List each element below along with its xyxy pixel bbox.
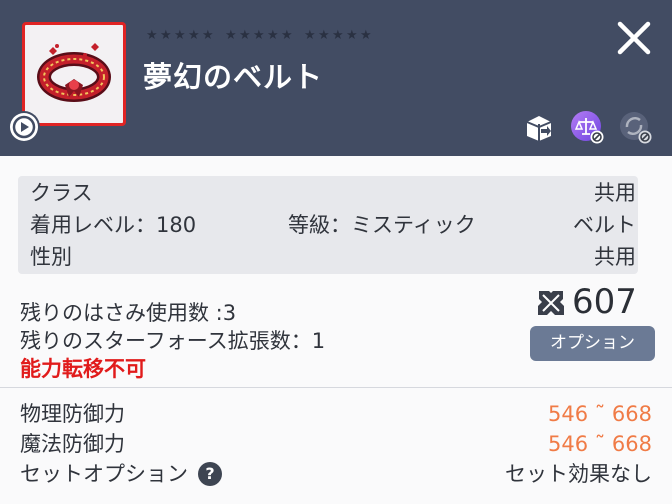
star-icon: ★ [281,28,293,43]
star-icon: ★ [360,28,372,43]
star-group: ★ ★ ★ ★ ★ [225,29,295,42]
section-divider [0,387,672,388]
magic-defense-value: 546 ˜ 668 [547,432,652,456]
magic-defense-row: 魔法防御力 546 ˜ 668 [20,429,652,459]
transfer-box-icon[interactable] [522,110,556,144]
item-detail-panel: ★ ★ ★ ★ ★ ★ ★ ★ ★ ★ ★ ★ ★ ★ ★ 夢幻のベルト クラス… [0,0,672,504]
transfer-status: 能力転移不可 [20,357,146,381]
star-icon: ★ [253,28,265,43]
help-icon[interactable]: ? [198,462,222,486]
star-icon: ★ [160,28,172,43]
belt-icon [37,43,111,102]
scale-icon[interactable] [570,110,604,144]
combat-power: 607 [534,282,646,324]
item-type: ベルト [573,213,636,237]
physical-defense-value: 546 ˜ 668 [547,402,652,426]
physical-defense-label: 物理防御力 [20,402,125,426]
combat-power-value: 607 [572,282,637,322]
star-icon: ★ [304,28,316,43]
item-icon-frame [22,22,126,126]
close-icon[interactable] [612,16,656,60]
star-icon: ★ [318,28,330,43]
star-icon: ★ [332,28,344,43]
play-icon[interactable] [10,113,38,141]
magic-defense-label: 魔法防御力 [20,432,125,456]
item-name: 夢幻のベルト [143,60,324,94]
star-icon: ★ [267,28,279,43]
star-icon: ★ [188,28,200,43]
item-grade: 等級：ミスティック [288,213,476,237]
refresh-disabled-icon[interactable] [618,110,652,144]
star-force-rating: ★ ★ ★ ★ ★ ★ ★ ★ ★ ★ ★ ★ ★ ★ ★ [146,29,383,42]
gender-label: 性別 [30,245,72,269]
star-icon: ★ [225,28,237,43]
star-icon: ★ [202,28,214,43]
class-value: 共用 [594,181,636,205]
class-row: クラス 共用 [18,178,638,208]
required-level: 着用レベル：180 [30,213,197,237]
starforce-remaining: 残りのスターフォース拡張数：1 [20,329,326,353]
star-icon: ★ [239,28,251,43]
item-info-box: クラス 共用 着用レベル：180 等級：ミスティック ベルト 性別 共用 [18,176,638,274]
set-option-value: セット効果なし [505,462,652,486]
level-row: 着用レベル：180 等級：ミスティック ベルト [18,210,638,240]
star-group: ★ ★ ★ ★ ★ [146,29,216,42]
star-icon: ★ [174,28,186,43]
set-option-label: セットオプション [20,462,188,486]
class-label: クラス [30,181,93,205]
star-group: ★ ★ ★ ★ ★ [304,29,374,42]
set-option-row: セットオプション? セット効果なし [20,459,652,489]
set-option-label-wrap: セットオプション? [20,459,222,489]
crossed-swords-icon [538,291,564,315]
star-icon: ★ [146,28,158,43]
star-icon: ★ [346,28,358,43]
scissors-remaining: 残りのはさみ使用数 :3 [20,301,237,325]
gender-value: 共用 [594,245,636,269]
physical-defense-row: 物理防御力 546 ˜ 668 [20,399,652,429]
option-button[interactable]: オプション [530,326,655,361]
gender-row: 性別 共用 [18,242,638,272]
item-header: ★ ★ ★ ★ ★ ★ ★ ★ ★ ★ ★ ★ ★ ★ ★ 夢幻のベルト [0,0,672,156]
